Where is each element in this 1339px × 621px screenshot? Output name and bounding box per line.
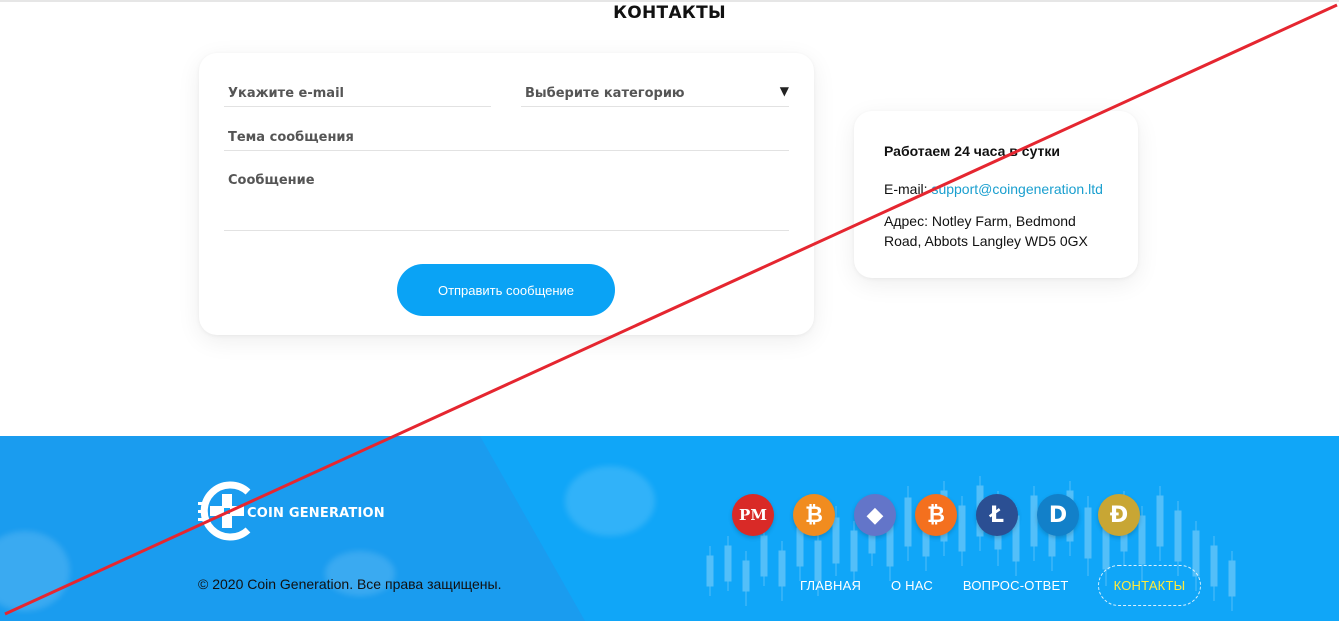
category-select[interactable]: Выберите категорию ▼ bbox=[521, 83, 789, 107]
subject-placeholder: Тема сообщения bbox=[228, 130, 354, 145]
top-divider bbox=[0, 0, 1339, 2]
nav-about[interactable]: О НАС bbox=[891, 578, 933, 593]
message-placeholder: Сообщение bbox=[228, 173, 315, 188]
bitcoin-icon: ₿ bbox=[793, 494, 835, 536]
message-textarea[interactable]: Сообщение bbox=[224, 170, 789, 231]
bitcoin-cash-icon: ₿ bbox=[915, 494, 957, 536]
litecoin-icon: Ł bbox=[976, 494, 1018, 536]
nav-home[interactable]: ГЛАВНАЯ bbox=[800, 578, 861, 593]
dash-icon: D bbox=[1037, 494, 1079, 536]
info-email: E-mail: support@coingeneration.ltd bbox=[884, 181, 1103, 197]
contact-info-card: Работаем 24 часа в сутки E-mail: support… bbox=[854, 111, 1138, 278]
working-hours: Работаем 24 часа в сутки bbox=[884, 143, 1060, 159]
blurred-coin-decoration bbox=[565, 466, 655, 536]
perfect-money-icon: PM bbox=[732, 494, 774, 536]
payment-methods: PM ₿ ◆ ₿ Ł D Ð bbox=[732, 494, 1140, 536]
contact-form-card: Укажите e-mail Выберите категорию ▼ Тема… bbox=[199, 53, 814, 335]
page-title: КОНТАКТЫ bbox=[613, 3, 726, 23]
coin-generation-logo[interactable]: COIN GENERATION bbox=[198, 480, 385, 542]
email-label: E-mail: bbox=[884, 181, 928, 197]
footer-nav: ГЛАВНАЯ О НАС ВОПРОС-ОТВЕТ КОНТАКТЫ bbox=[800, 564, 1202, 606]
caret-down-icon: ▼ bbox=[779, 84, 789, 98]
send-message-button[interactable]: Отправить сообщение bbox=[397, 264, 615, 316]
ethereum-icon: ◆ bbox=[854, 494, 896, 536]
footer: COIN GENERATION © 2020 Coin Generation. … bbox=[0, 436, 1339, 621]
copyright-text: © 2020 Coin Generation. Все права защище… bbox=[198, 576, 502, 592]
nav-contacts[interactable]: КОНТАКТЫ bbox=[1097, 564, 1202, 606]
nav-faq[interactable]: ВОПРОС-ОТВЕТ bbox=[963, 578, 1069, 593]
email-placeholder: Укажите e-mail bbox=[228, 86, 344, 101]
category-placeholder: Выберите категорию bbox=[525, 86, 685, 101]
dogecoin-icon: Ð bbox=[1098, 494, 1140, 536]
logo-text: COIN GENERATION bbox=[247, 506, 385, 521]
address-text: Адрес: Notley Farm, Bedmond Road, Abbots… bbox=[884, 213, 1088, 249]
subject-field[interactable]: Тема сообщения bbox=[224, 127, 789, 151]
email-field[interactable]: Укажите e-mail bbox=[224, 83, 491, 107]
support-email-link[interactable]: support@coingeneration.ltd bbox=[931, 181, 1102, 197]
